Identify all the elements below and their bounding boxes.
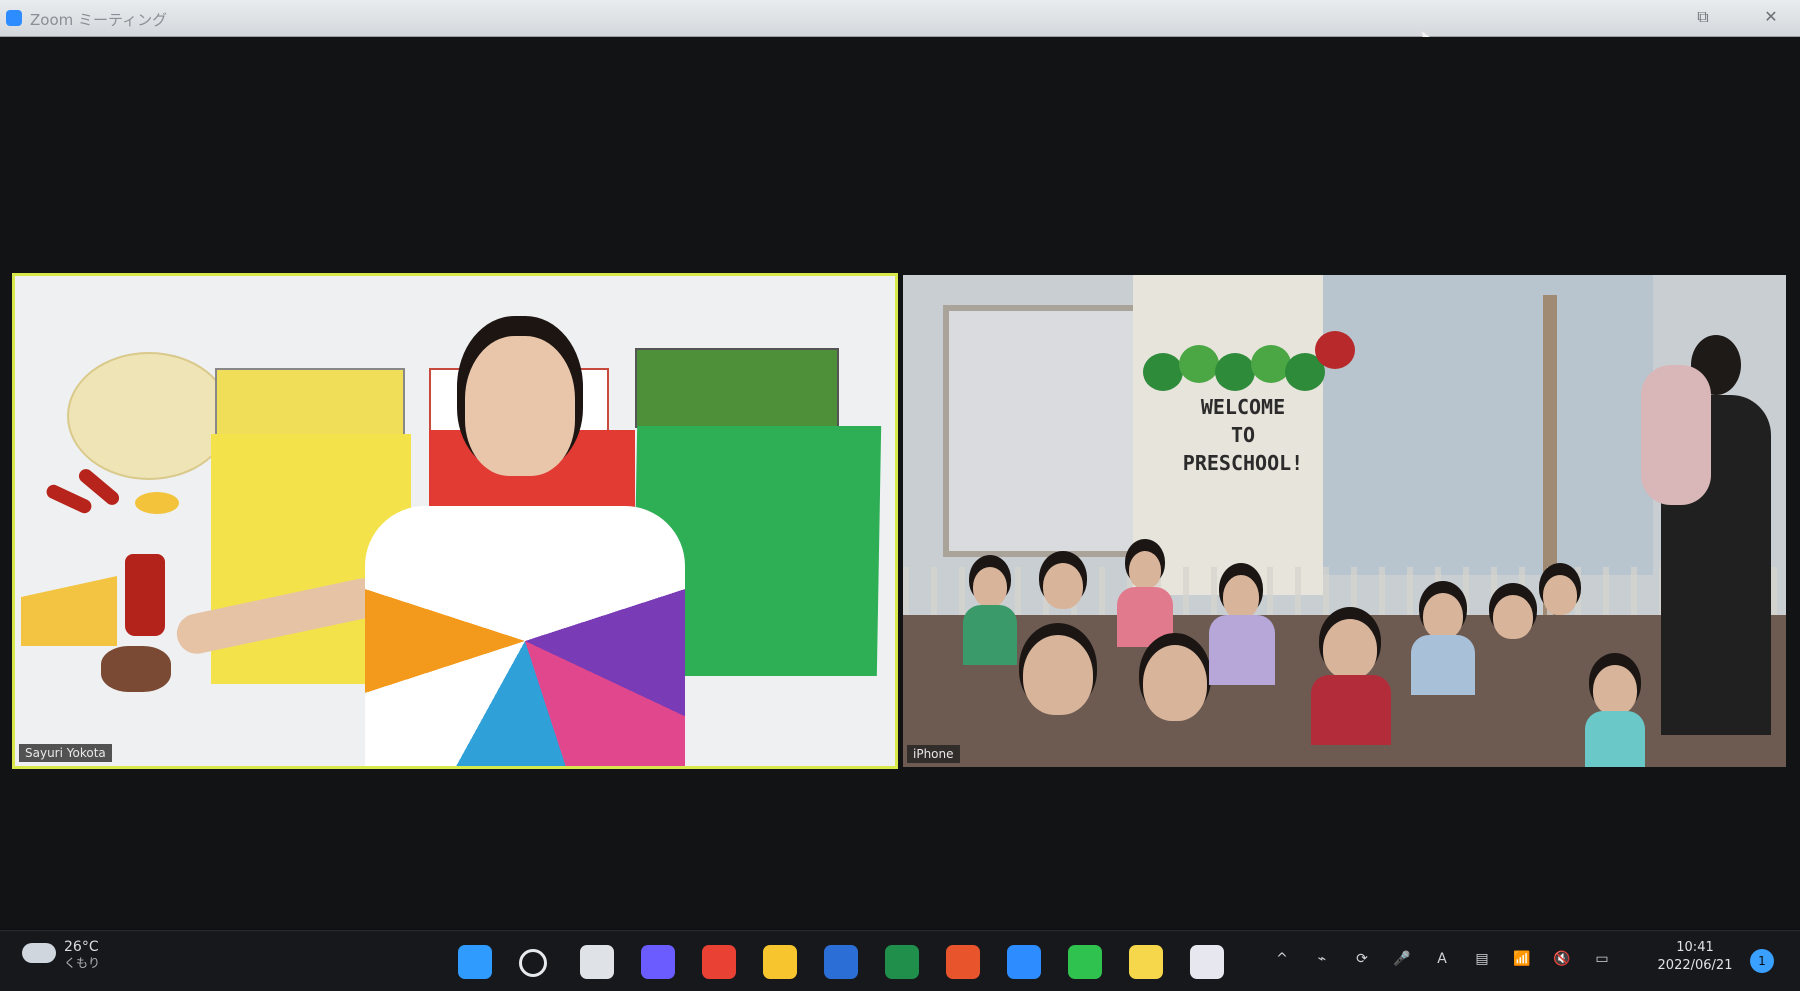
beans-illustration	[101, 646, 171, 692]
tray-icon[interactable]: 📶	[1512, 949, 1532, 969]
held-child	[1641, 365, 1711, 505]
itunes-icon[interactable]	[1190, 945, 1224, 979]
chrome-icon[interactable]	[702, 945, 736, 979]
participant-video-tile-left[interactable]: Sayuri Yokota	[12, 273, 898, 769]
child	[1323, 619, 1377, 679]
presenter-video	[173, 336, 705, 766]
temperature: 26°C	[64, 939, 99, 955]
banner-line: WELCOME	[1200, 395, 1286, 419]
caterpillar-head-decoration	[1315, 331, 1355, 369]
chili-illustration	[44, 482, 94, 516]
welcome-banner: WELCOME TO PRESCHOOL!	[1163, 393, 1323, 477]
presenter-head	[465, 336, 575, 476]
child	[1593, 665, 1637, 715]
child	[1023, 635, 1093, 715]
child	[973, 567, 1007, 607]
participant-name-label: Sayuri Yokota	[19, 744, 112, 762]
weather-text[interactable]: 26°C くもり	[64, 939, 100, 971]
participant-name-label: iPhone	[907, 745, 960, 763]
weather-condition: くもり	[64, 956, 101, 970]
tray-icon[interactable]: 🔇	[1552, 949, 1572, 969]
child-body	[1411, 635, 1475, 695]
zoom-icon[interactable]	[1007, 945, 1041, 979]
child-body	[1585, 711, 1645, 767]
sauce-bottle-illustration	[125, 554, 165, 636]
banner-line: PRESCHOOL!	[1182, 451, 1304, 475]
caterpillar-decoration	[1179, 345, 1219, 383]
windows-taskbar: 26°C くもり ^ ⌁ ⟳ 🎤 A ▤ 📶 🔇 ▭ 10:41 2022/06/21 1	[0, 930, 1800, 991]
notification-badge[interactable]: 1	[1750, 949, 1774, 973]
child	[1143, 645, 1207, 721]
chat-icon[interactable]	[641, 945, 675, 979]
child	[1043, 563, 1083, 609]
presenter-shirt	[365, 506, 685, 766]
tray-icon[interactable]: 🎤	[1392, 949, 1412, 969]
tray-icon[interactable]: ^	[1272, 949, 1292, 969]
window-title-bar: Zoom ミーティング ⧉ ✕	[0, 0, 1800, 37]
line-icon[interactable]	[1068, 945, 1102, 979]
word-icon[interactable]	[824, 945, 858, 979]
child-body	[1117, 587, 1173, 647]
classroom-window	[1323, 275, 1653, 575]
zoom-app-icon	[6, 10, 22, 26]
tray-icon[interactable]: ▤	[1472, 949, 1492, 969]
child	[1493, 595, 1533, 639]
adult-holding-child	[1641, 335, 1771, 735]
child	[1423, 593, 1463, 639]
child-body	[963, 605, 1017, 665]
excel-icon[interactable]	[885, 945, 919, 979]
banner-line: TO	[1230, 423, 1256, 447]
meeting-gallery-view: Sayuri Yokota WELCOME TO PRESCHOOL! iPho…	[0, 37, 1800, 929]
tray-icon[interactable]: A	[1432, 949, 1452, 969]
corn-illustration	[135, 492, 179, 514]
child	[1543, 575, 1577, 615]
search-icon[interactable]	[519, 949, 547, 977]
task-view-icon[interactable]	[580, 945, 614, 979]
close-button[interactable]: ✕	[1758, 4, 1784, 30]
file-explorer-icon[interactable]	[763, 945, 797, 979]
tray-icon[interactable]: ▭	[1592, 949, 1612, 969]
clock-date: 2022/06/21	[1657, 958, 1733, 973]
cloud-icon	[22, 943, 56, 963]
clock[interactable]: 10:41 2022/06/21	[1640, 939, 1750, 975]
child	[1129, 551, 1161, 589]
tray-icon[interactable]: ⌁	[1312, 949, 1332, 969]
weather-widget[interactable]	[22, 943, 56, 965]
caterpillar-decoration	[1215, 353, 1255, 391]
cheese-illustration	[21, 576, 117, 646]
sticky-notes-icon[interactable]	[1129, 945, 1163, 979]
window-curtain	[943, 305, 1155, 557]
start-icon[interactable]	[458, 945, 492, 979]
restore-button[interactable]: ⧉	[1690, 4, 1716, 30]
participant-video-tile-right[interactable]: WELCOME TO PRESCHOOL! iPhone	[903, 275, 1786, 767]
tray-icon[interactable]: ⟳	[1352, 949, 1372, 969]
window-title: Zoom ミーティング	[30, 11, 168, 29]
clock-time: 10:41	[1676, 940, 1714, 955]
powerpoint-icon[interactable]	[946, 945, 980, 979]
child	[1223, 575, 1259, 619]
child-body	[1209, 615, 1275, 685]
tortilla-illustration	[67, 352, 231, 480]
caterpillar-decoration	[1143, 353, 1183, 391]
child-body	[1311, 675, 1391, 745]
